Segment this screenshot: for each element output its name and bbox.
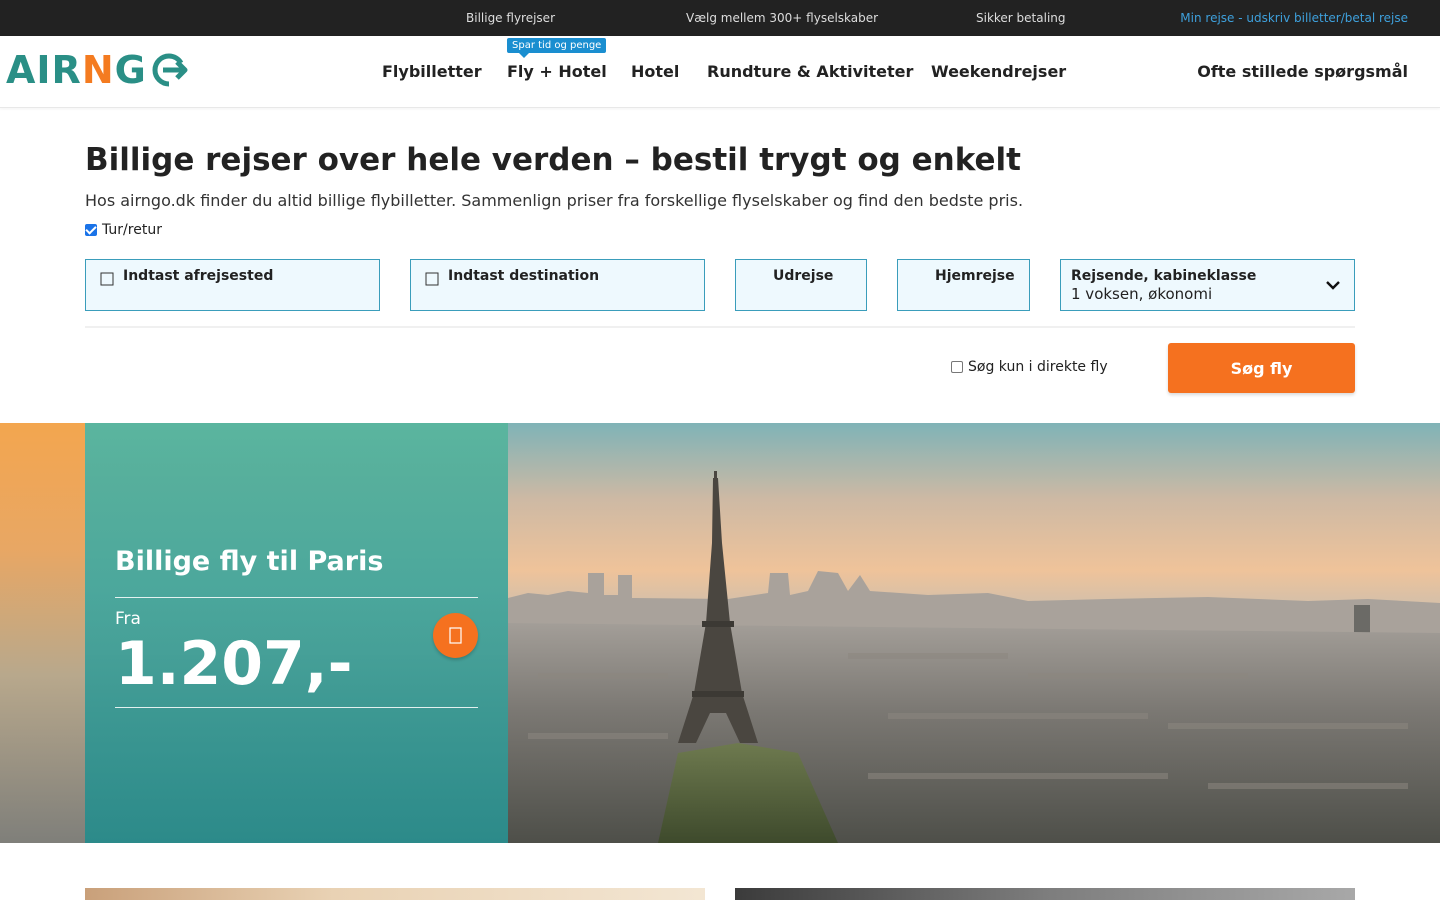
deal-divider-top bbox=[115, 597, 478, 598]
main-header: AIR N G Spar tid og penge Flybilletter Fly… bbox=[0, 36, 1440, 108]
origin-input[interactable]: Indtast afrejsested bbox=[85, 259, 380, 311]
logo-text-n: N bbox=[81, 48, 115, 92]
arrow-right-icon bbox=[449, 627, 462, 644]
origin-label: Indtast afrejsested bbox=[123, 268, 274, 284]
topbar-airline-choice: Vælg mellem 300+ flyselskaber bbox=[686, 11, 879, 25]
my-trip-link[interactable]: Min rejse - udskriv billetter/betal rejs… bbox=[1180, 11, 1408, 25]
destination-label: Indtast destination bbox=[448, 268, 600, 284]
travelers-class-label: Rejsende, kabineklasse bbox=[1071, 268, 1257, 284]
topbar-cheap-flights: Billige flyrejser bbox=[466, 11, 555, 25]
hero-edge-image bbox=[0, 423, 85, 843]
round-trip-toggle[interactable]: Tur/retur bbox=[85, 222, 162, 238]
nav-flights[interactable]: Flybilletter bbox=[382, 62, 482, 81]
nav-weekend-trips[interactable]: Weekendrejser bbox=[931, 62, 1066, 81]
intro-text: Hos airngo.dk finder du altid billige fl… bbox=[85, 191, 1024, 210]
departure-date-input[interactable]: Udrejse bbox=[735, 259, 867, 311]
deal-divider-bottom bbox=[115, 707, 478, 708]
deal-card[interactable]: Billige fly til Paris Fra 1.207,- bbox=[85, 423, 508, 843]
deal-title: Billige fly til Paris bbox=[115, 546, 384, 577]
paris-skyline-image bbox=[508, 423, 1440, 843]
return-date-label: Hjemrejse bbox=[935, 268, 1015, 284]
hero-banner: Billige fly til Paris Fra 1.207,- bbox=[0, 423, 1440, 843]
travelers-class-value: 1 voksen, økonomi bbox=[1071, 285, 1213, 303]
logo-arrow-icon bbox=[152, 53, 188, 87]
round-trip-checkbox[interactable] bbox=[85, 224, 97, 236]
round-trip-label: Tur/retur bbox=[102, 222, 162, 238]
nav-fly-hotel[interactable]: Fly + Hotel bbox=[507, 62, 607, 81]
deal-price: 1.207,- bbox=[115, 629, 353, 699]
plane-arrival-icon bbox=[425, 272, 439, 286]
plane-departure-icon bbox=[100, 272, 114, 286]
destination-input[interactable]: Indtast destination bbox=[410, 259, 705, 311]
direct-flights-checkbox[interactable] bbox=[951, 361, 963, 373]
logo-text-air: AIR bbox=[6, 48, 82, 92]
chevron-down-icon bbox=[1326, 281, 1340, 290]
nav-hotel[interactable]: Hotel bbox=[631, 62, 679, 81]
top-info-bar: Billige flyrejser Vælg mellem 300+ flyse… bbox=[0, 0, 1440, 36]
logo-text-g: G bbox=[114, 48, 147, 92]
deal-go-button[interactable] bbox=[433, 613, 478, 658]
direct-flights-label: Søg kun i direkte fly bbox=[968, 359, 1108, 375]
deal-from-label: Fra bbox=[115, 609, 141, 629]
return-date-input[interactable]: Hjemrejse bbox=[897, 259, 1030, 311]
nav-tours-activities[interactable]: Rundture & Aktiviteter bbox=[707, 62, 913, 81]
nav-faq[interactable]: Ofte stillede spørgsmål bbox=[1197, 62, 1408, 81]
topbar-secure-payment: Sikker betaling bbox=[976, 11, 1066, 25]
search-divider bbox=[85, 326, 1355, 328]
search-flights-button[interactable]: Søg fly bbox=[1168, 343, 1355, 393]
direct-flights-toggle[interactable]: Søg kun i direkte fly bbox=[951, 359, 1108, 375]
travelers-class-select[interactable]: Rejsende, kabineklasse 1 voksen, økonomi bbox=[1060, 259, 1355, 311]
page-title: Billige rejser over hele verden – bestil… bbox=[85, 142, 1021, 178]
fly-hotel-promo-badge: Spar tid og penge bbox=[507, 38, 607, 58]
airngo-logo[interactable]: AIR N G bbox=[6, 48, 189, 92]
destination-card-image[interactable] bbox=[735, 888, 1355, 900]
destination-card-image[interactable] bbox=[85, 888, 705, 900]
departure-date-label: Udrejse bbox=[773, 268, 834, 284]
